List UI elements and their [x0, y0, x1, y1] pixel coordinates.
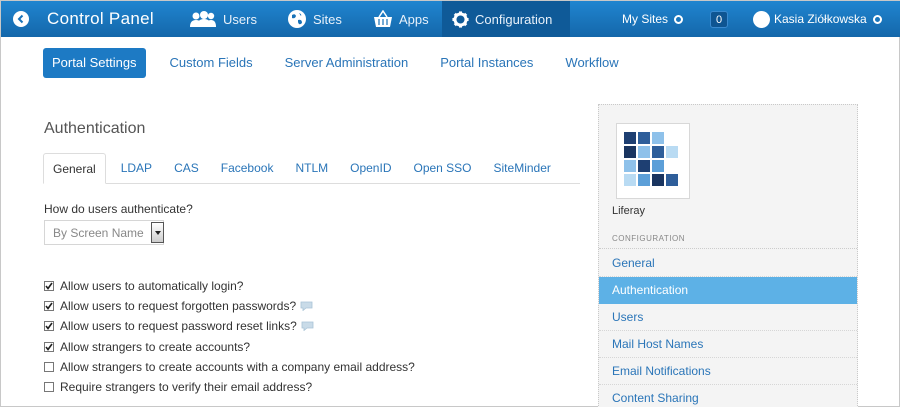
checkbox-label: Allow strangers to create accounts? [60, 339, 251, 354]
auth-method-label: How do users authenticate? [44, 202, 193, 216]
subnav-portal-settings[interactable]: Portal Settings [43, 48, 146, 78]
company-name: Liferay [612, 205, 646, 217]
checkbox[interactable] [44, 281, 54, 292]
config-nav-list: General Authentication Users Mail Host N… [599, 250, 857, 407]
auth-method-value: By Screen Name [53, 225, 144, 240]
notification-count-badge[interactable]: 0 [710, 11, 728, 28]
divider [599, 248, 857, 249]
subnav-custom-fields[interactable]: Custom Fields [154, 48, 269, 78]
sidebar-item-general[interactable]: General [599, 250, 857, 277]
checkbox-row[interactable]: Allow strangers to create accounts with … [44, 357, 415, 377]
tab-open-sso[interactable]: Open SSO [402, 153, 482, 183]
small-gear-icon [872, 14, 882, 24]
tab-facebook[interactable]: Facebook [210, 153, 285, 183]
checkbox-label: Allow users to request password reset li… [60, 319, 297, 334]
auth-method-select[interactable]: By Screen Name [44, 220, 164, 245]
tab-openid[interactable]: OpenID [339, 153, 402, 183]
checkbox-row[interactable]: Allow users to request password reset li… [44, 316, 415, 336]
my-sites-menu[interactable]: My Sites [622, 1, 684, 37]
gear-icon [452, 10, 469, 28]
dock-item-users[interactable]: Users [183, 1, 263, 37]
auth-options: Allow users to automatically login? Allow… [44, 276, 415, 397]
checkbox-row[interactable]: Allow users to request forgotten passwor… [44, 296, 415, 316]
chevron-down-icon[interactable] [151, 222, 164, 243]
checkbox-row[interactable]: Require strangers to verify their email … [44, 377, 415, 397]
user-menu[interactable]: Kasia Ziółkowska [753, 1, 882, 37]
my-sites-label: My Sites [622, 12, 669, 26]
basket-icon [373, 10, 393, 28]
small-gear-icon [674, 14, 684, 24]
configuration-subnav: Portal Settings Custom Fields Server Adm… [43, 48, 635, 78]
help-bubble-icon[interactable] [301, 321, 314, 332]
page-title: Authentication [44, 120, 146, 137]
dock-item-label: Users [223, 11, 257, 27]
dock-item-label: Apps [399, 11, 429, 27]
subnav-server-administration[interactable]: Server Administration [269, 48, 425, 78]
checkmark-icon [45, 282, 53, 290]
dock-item-sites[interactable]: Sites [281, 1, 348, 37]
checkmark-icon [45, 343, 53, 351]
checkmark-icon [45, 322, 53, 331]
checkbox-row[interactable]: Allow users to automatically login? [44, 276, 415, 296]
help-bubble-icon[interactable] [300, 301, 313, 312]
tab-cas[interactable]: CAS [163, 153, 210, 183]
sidebar-item-authentication[interactable]: Authentication [599, 277, 857, 304]
dock-bar: Control Panel Users Sites Apps Configura… [1, 1, 900, 37]
checkmark-icon [45, 302, 53, 311]
company-logo[interactable] [616, 123, 690, 199]
sidebar-item-mail-host-names[interactable]: Mail Host Names [599, 331, 857, 358]
settings-sidebar: Liferay CONFIGURATION General Authentica… [598, 104, 858, 407]
checkbox-label: Allow users to automatically login? [60, 279, 244, 294]
subnav-portal-instances[interactable]: Portal Instances [424, 48, 549, 78]
checkbox-label: Allow strangers to create accounts with … [60, 359, 415, 374]
user-name: Kasia Ziółkowska [774, 12, 867, 26]
tab-ntlm[interactable]: NTLM [284, 153, 339, 183]
globe-icon [287, 9, 307, 29]
auth-tabs: General LDAP CAS Facebook NTLM OpenID Op… [43, 153, 580, 184]
sidebar-item-users[interactable]: Users [599, 304, 857, 331]
checkbox[interactable] [44, 341, 54, 352]
tab-ldap[interactable]: LDAP [110, 153, 163, 183]
users-icon [189, 10, 217, 28]
checkbox-label: Require strangers to verify their email … [60, 380, 313, 395]
sidebar-item-email-notifications[interactable]: Email Notifications [599, 358, 857, 385]
tab-general[interactable]: General [43, 153, 106, 184]
back-arrow-icon[interactable] [13, 11, 29, 27]
dock-item-label: Sites [313, 11, 342, 27]
tab-siteminder[interactable]: SiteMinder [483, 153, 562, 183]
checkbox[interactable] [44, 321, 54, 332]
dock-item-label: Configuration [475, 11, 553, 27]
checkbox[interactable] [44, 382, 54, 393]
avatar [753, 10, 770, 28]
panel-section-heading: CONFIGURATION [612, 234, 686, 243]
checkbox-row[interactable]: Allow strangers to create accounts? [44, 337, 415, 357]
checkbox[interactable] [44, 361, 54, 372]
app-title: Control Panel [47, 9, 154, 28]
checkbox[interactable] [44, 301, 54, 312]
subnav-workflow[interactable]: Workflow [549, 48, 634, 78]
dock-item-apps[interactable]: Apps [367, 1, 435, 37]
dock-item-configuration[interactable]: Configuration [442, 1, 570, 37]
checkbox-label: Allow users to request forgotten passwor… [60, 299, 297, 314]
sidebar-item-content-sharing[interactable]: Content Sharing [599, 385, 857, 407]
